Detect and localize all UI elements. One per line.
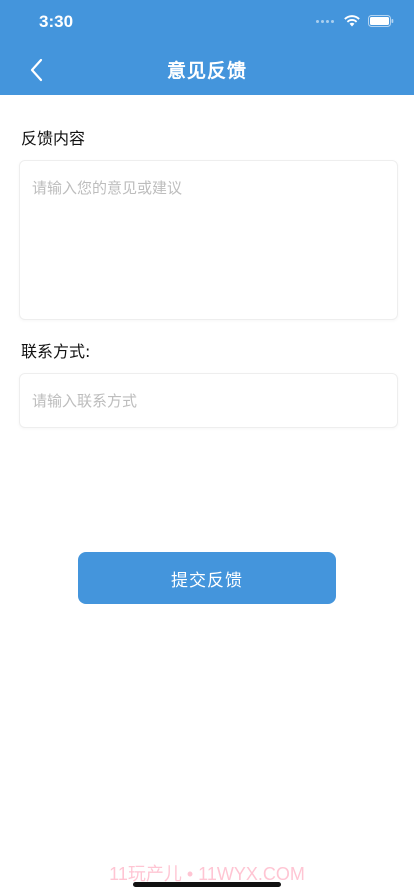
- wifi-icon: [344, 15, 360, 27]
- feedback-content-label: 反馈内容: [21, 129, 86, 148]
- header-bar: 3:30 意见反馈: [0, 0, 414, 95]
- page-title: 意见反馈: [166, 60, 247, 82]
- status-time: 3:30: [39, 12, 74, 31]
- battery-icon: [368, 15, 394, 27]
- signal-icon: [316, 16, 336, 26]
- contact-input[interactable]: [20, 374, 397, 427]
- feedback-screen: 3:30 意见反馈 反馈内容 请输入您的意见或建议 联系方式: 请输入联系方式 …: [0, 0, 414, 896]
- contact-box: [19, 373, 398, 428]
- status-icons: [316, 13, 394, 29]
- feedback-content-input[interactable]: [20, 161, 397, 319]
- contact-label: 联系方式:: [21, 342, 91, 361]
- submit-feedback-button[interactable]: 提交反馈: [78, 552, 336, 604]
- home-indicator: [133, 882, 281, 887]
- feedback-content-box: [19, 160, 398, 320]
